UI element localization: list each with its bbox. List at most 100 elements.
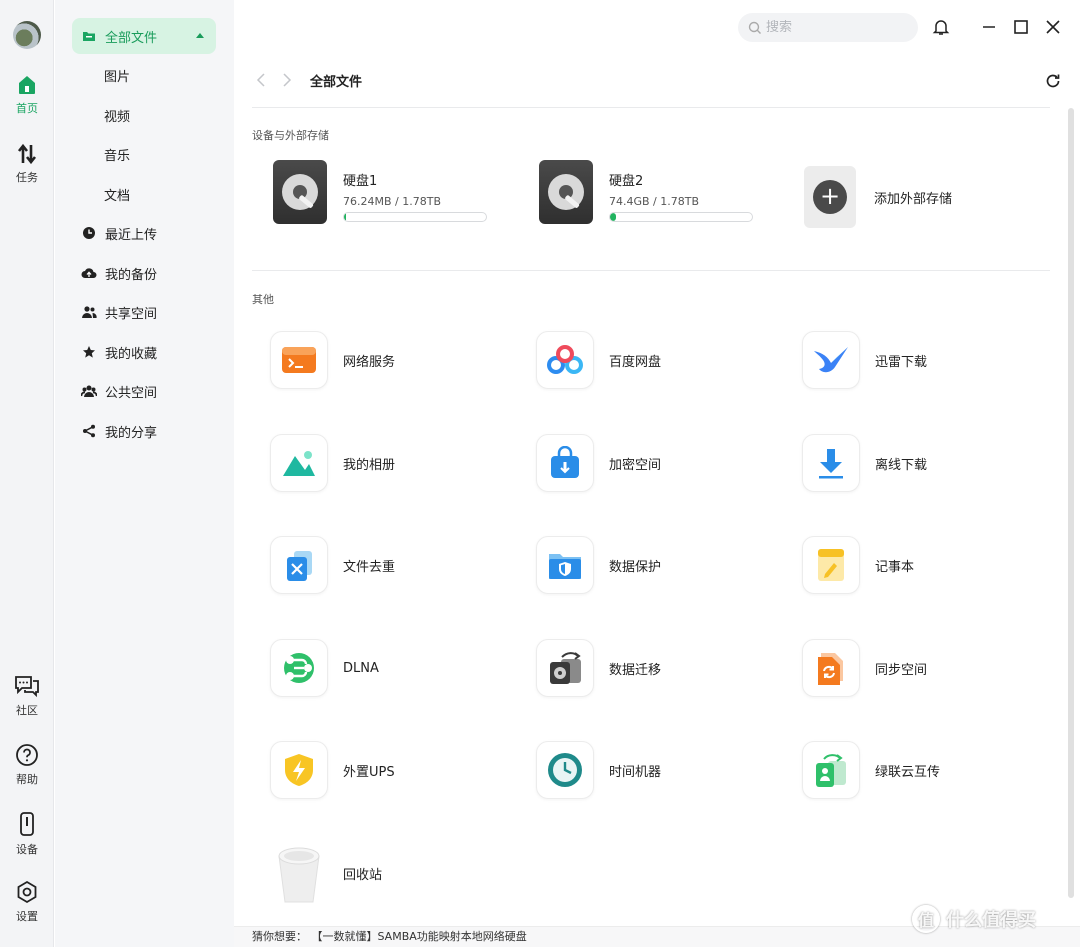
ups-shield-icon [270, 741, 328, 799]
nav-shared-space[interactable]: 共享空间 [72, 294, 216, 330]
baidu-netdisk-icon [536, 331, 594, 389]
rail-devices-label: 设备 [16, 843, 38, 856]
chevron-left-icon [256, 73, 265, 87]
app-encrypted-space[interactable]: 加密空间 [536, 434, 661, 492]
sync-file-icon [802, 639, 860, 697]
nav-pictures[interactable]: 图片 [72, 57, 216, 93]
photo-album-icon [270, 434, 328, 492]
rail-help[interactable]: 帮助 [0, 743, 54, 787]
nav-public-space[interactable]: 公共空间 [72, 373, 216, 409]
app-notepad[interactable]: 记事本 [802, 536, 914, 594]
avatar[interactable] [13, 21, 41, 49]
app-label: 文件去重 [343, 559, 396, 575]
section-divider [252, 270, 1050, 271]
icon-rail: 首页 任务 社区 帮助 设备 设置 [0, 0, 54, 947]
time-machine-icon [536, 741, 594, 799]
app-label: 记事本 [875, 559, 915, 575]
app-recycle-bin[interactable]: 回收站 [270, 844, 382, 903]
clock-icon [81, 225, 97, 241]
nav-music-label: 音乐 [104, 148, 131, 164]
app-external-ups[interactable]: 外置UPS [270, 741, 395, 799]
nav-all-files-label: 全部文件 [105, 30, 158, 46]
app-ugreen-transfer[interactable]: 绿联云互传 [802, 741, 940, 799]
refresh-button[interactable] [1042, 70, 1064, 92]
group-icon [81, 383, 97, 399]
app-file-dedup[interactable]: 文件去重 [270, 536, 395, 594]
notepad-icon [802, 536, 860, 594]
app-label: 数据保护 [609, 559, 662, 575]
download-icon [802, 434, 860, 492]
nav-documents-label: 文档 [104, 188, 131, 204]
other-section-title: 其他 [252, 293, 274, 306]
disk-usage-bar [343, 212, 487, 222]
minimize-icon [983, 26, 995, 28]
app-time-machine[interactable]: 时间机器 [536, 741, 661, 799]
suggestion-link[interactable]: 【一数就懂】SAMBA功能映射本地网络硬盘 [317, 930, 527, 943]
disk-usage-fill [344, 213, 346, 221]
notifications-button[interactable] [929, 15, 953, 39]
app-xunlei-download[interactable]: 迅雷下载 [802, 331, 927, 389]
app-sync-space[interactable]: 同步空间 [802, 639, 927, 697]
app-label: 离线下载 [875, 457, 928, 473]
app-label: 同步空间 [875, 662, 928, 678]
app-offline-download[interactable]: 离线下载 [802, 434, 927, 492]
rail-tasks[interactable]: 任务 [0, 143, 54, 185]
share-icon [81, 423, 97, 439]
app-baidu-netdisk[interactable]: 百度网盘 [536, 331, 661, 389]
add-storage-icon: + [804, 166, 856, 228]
rail-home[interactable]: 首页 [0, 74, 54, 116]
scrollbar[interactable] [1068, 108, 1074, 898]
app-data-protection[interactable]: 数据保护 [536, 536, 661, 594]
cloud-upload-icon [81, 265, 97, 281]
ugreen-transfer-icon [802, 741, 860, 799]
rail-community[interactable]: 社区 [0, 674, 54, 718]
rail-home-label: 首页 [16, 102, 38, 115]
maximize-button[interactable] [1009, 15, 1033, 39]
app-data-migration[interactable]: 数据迁移 [536, 639, 661, 697]
search-input[interactable] [766, 20, 906, 35]
app-label: 迅雷下载 [875, 354, 928, 370]
search-box[interactable] [738, 13, 918, 42]
file-nav: 全部文件 图片 视频 音乐 文档 最近上传 我的备份 共享空间 我的收藏 公共空… [55, 0, 234, 947]
collapse-caret-icon[interactable] [196, 33, 204, 38]
nav-recent-uploads-label: 最近上传 [105, 227, 158, 243]
nav-videos[interactable]: 视频 [72, 97, 216, 133]
nav-my-shares[interactable]: 我的分享 [72, 413, 216, 449]
app-dlna[interactable]: DLNA [270, 639, 379, 697]
forward-button[interactable] [278, 71, 296, 89]
disk-name: 硬盘2 [609, 174, 644, 189]
help-icon [16, 744, 38, 766]
app-label: 我的相册 [343, 457, 396, 473]
nav-my-backup-label: 我的备份 [105, 267, 158, 283]
watermark: 值 什么值得买 [912, 905, 1036, 933]
nav-public-space-label: 公共空间 [105, 385, 158, 401]
rail-settings-label: 设置 [16, 910, 38, 923]
nav-my-favorites[interactable]: 我的收藏 [72, 334, 216, 370]
device-icon [20, 812, 34, 836]
rail-devices[interactable]: 设备 [0, 811, 54, 857]
header-divider [252, 107, 1050, 108]
app-my-album[interactable]: 我的相册 [270, 434, 395, 492]
maximize-icon [1014, 20, 1028, 34]
disk-name: 硬盘1 [343, 174, 378, 189]
hard-disk-icon [273, 160, 327, 224]
suggestion-prefix: 猜你想要： [252, 930, 307, 943]
disk-card-2[interactable]: 硬盘2 74.4GB / 1.78TB [539, 160, 753, 224]
rail-settings[interactable]: 设置 [0, 880, 54, 924]
close-button[interactable] [1041, 15, 1065, 39]
dlna-icon [270, 639, 328, 697]
chevron-right-icon [283, 73, 292, 87]
watermark-text: 什么值得买 [946, 910, 1036, 931]
bell-icon [932, 20, 950, 35]
add-external-storage[interactable]: + 添加外部存储 [804, 166, 952, 228]
app-network-services[interactable]: 网络服务 [270, 331, 395, 389]
nav-documents[interactable]: 文档 [72, 176, 216, 212]
nav-recent-uploads[interactable]: 最近上传 [72, 215, 216, 251]
disk-card-1[interactable]: 硬盘1 76.24MB / 1.78TB [273, 160, 487, 224]
nav-music[interactable]: 音乐 [72, 136, 216, 172]
back-button[interactable] [252, 71, 270, 89]
disk-size: 76.24MB / 1.78TB [343, 195, 441, 208]
nav-all-files[interactable]: 全部文件 [72, 18, 216, 54]
nav-my-backup[interactable]: 我的备份 [72, 255, 216, 291]
minimize-button[interactable] [977, 15, 1001, 39]
